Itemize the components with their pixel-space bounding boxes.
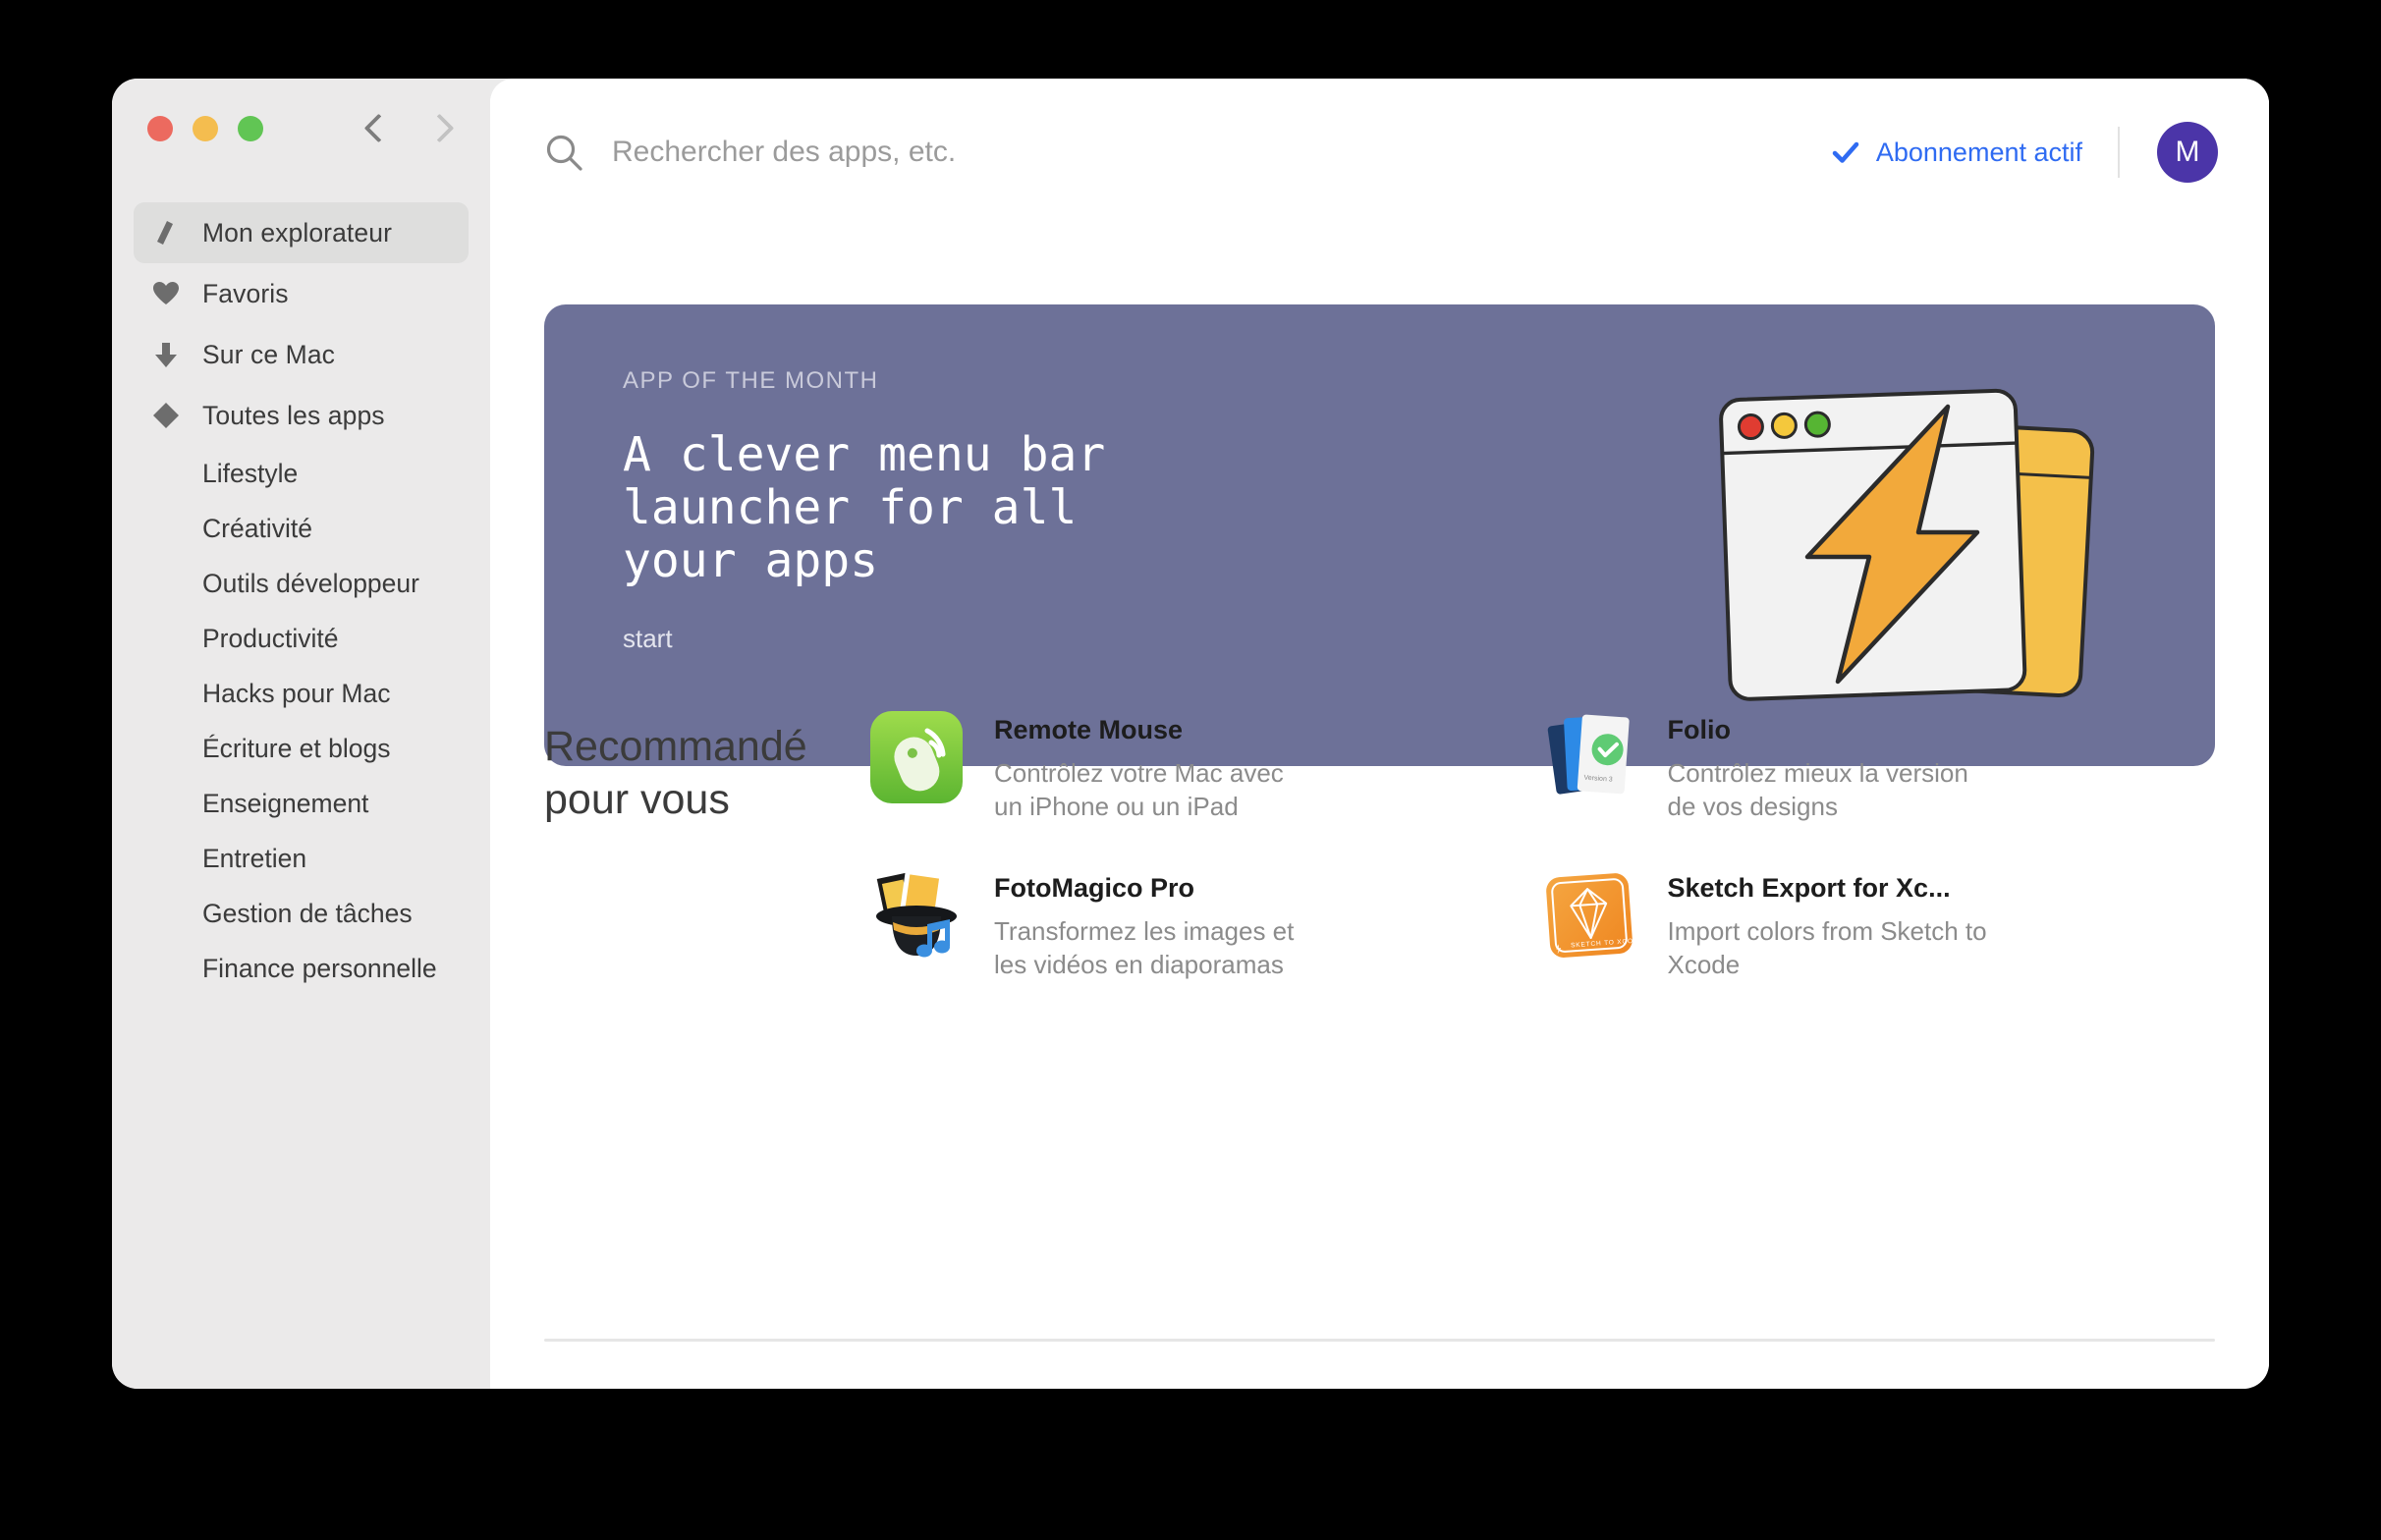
app-name: Sketch Export for Xc... [1667,872,1951,903]
sidebar-category-finance-personnelle[interactable]: Finance personnelle [134,941,469,996]
sidebar: Mon explorateur Favoris Sur ce Mac Toute… [112,79,490,1389]
sidebar-item-label: Sur ce Mac [202,339,336,369]
close-window-button[interactable] [147,116,173,141]
remote-mouse-icon [868,709,965,805]
app-meta: FotoMagico Pro Transformez les images et… [994,867,1318,982]
category-label: Finance personnelle [202,953,437,983]
avatar-initial: M [2175,136,2200,168]
content-panel: Abonnement actif M APP OF THE MONTH A cl… [490,79,2269,1389]
sidebar-nav-list: Mon explorateur Favoris Sur ce Mac Toute… [112,202,490,996]
folio-cards-icon: Version 3 [1542,709,1638,805]
app-meta: Folio Contrôlez mieux la version de vos … [1668,709,1992,824]
sidebar-category-productivite[interactable]: Productivité [134,611,469,666]
forward-arrow-icon[interactable] [428,112,450,145]
sidebar-category-creativite[interactable]: Créativité [134,501,469,556]
app-window: Mon explorateur Favoris Sur ce Mac Toute… [112,79,2269,1389]
search-input[interactable] [612,136,1831,169]
sidebar-category-hacks-pour-mac[interactable]: Hacks pour Mac [134,666,469,721]
app-description: Contrôlez votre Mac avec un iPhone ou un… [994,758,1284,822]
sidebar-category-outils-developpeur[interactable]: Outils développeur [134,556,469,611]
category-label: Entretien [202,843,307,873]
featured-carousel: APP OF THE MONTH A clever menu bar launc… [490,226,2269,766]
explorer-icon [151,218,181,248]
section-divider [544,1339,2215,1342]
app-name: Folio [1667,715,1731,744]
app-meta: Remote Mouse Contrôlez votre Mac avec un… [994,709,1318,824]
maximize-window-button[interactable] [238,116,263,141]
app-card-fotomagico-pro[interactable]: FotoMagico Pro Transformez les images et… [868,846,1542,1004]
app-card-folio[interactable]: Version 3 Folio Contrôlez mieux la versi… [1542,688,2216,846]
diamond-icon [151,401,181,430]
sidebar-item-mon-explorateur[interactable]: Mon explorateur [134,202,469,263]
subscription-status-badge[interactable]: Abonnement actif [1831,138,2082,168]
back-arrow-icon[interactable] [365,112,387,145]
sidebar-category-entretien[interactable]: Entretien [134,831,469,886]
app-description: Import colors from Sketch to Xcode [1667,915,1987,979]
app-card-sketch-export[interactable]: SKETCH TO XCODE Sketch Export for Xc... … [1542,846,2216,1004]
app-name: FotoMagico Pro [994,872,1194,903]
sidebar-category-gestion-de-taches[interactable]: Gestion de tâches [134,886,469,941]
hero-text-block: APP OF THE MONTH A clever menu bar launc… [623,367,1105,654]
search-icon [543,132,584,173]
app-meta: Sketch Export for Xc... Import colors fr… [1668,867,1992,982]
app-card-remote-mouse[interactable]: Remote Mouse Contrôlez votre Mac avec un… [868,688,1542,846]
app-description: Contrôlez mieux la version de vos design… [1667,758,1968,822]
sidebar-item-toutes-les-apps[interactable]: Toutes les apps [134,385,469,446]
search-bar[interactable] [543,132,1831,173]
category-label: Gestion de tâches [202,898,413,928]
category-label: Lifestyle [202,458,299,488]
hero-eyebrow: APP OF THE MONTH [623,367,879,394]
category-label: Productivité [202,623,339,653]
sidebar-item-label: Favoris [202,278,289,308]
sidebar-item-label: Mon explorateur [202,217,392,248]
category-label: Écriture et blogs [202,733,391,763]
navigation-arrows [365,112,450,145]
checkmark-icon [1831,138,1860,167]
content-header: Abonnement actif M [490,79,2269,226]
category-label: Outils développeur [202,568,419,598]
app-description: Transformez les images et les vidéos en … [994,915,1295,979]
recommended-section: Recommandé pour vous Remote Mouse Contrô… [490,688,2269,1389]
sidebar-category-ecriture-et-blogs[interactable]: Écriture et blogs [134,721,469,776]
header-divider [2118,127,2120,178]
sidebar-item-favoris[interactable]: Favoris [134,263,469,324]
sidebar-category-enseignement[interactable]: Enseignement [134,776,469,831]
download-arrow-icon [151,340,181,369]
sidebar-category-lifestyle[interactable]: Lifestyle [134,446,469,501]
sketch-gem-icon: SKETCH TO XCODE [1542,867,1643,963]
category-label: Enseignement [202,788,369,818]
recommended-grid: Recommandé pour vous Remote Mouse Contrô… [544,688,2215,1003]
app-name: Remote Mouse [994,715,1184,744]
recommended-heading: Recommandé pour vous [544,723,807,823]
window-lightning-bolt-icon [1694,367,2127,721]
sidebar-item-sur-ce-mac[interactable]: Sur ce Mac [134,324,469,385]
category-label: Hacks pour Mac [202,678,391,708]
traffic-lights [147,116,263,141]
minimize-window-button[interactable] [193,116,218,141]
fotomagico-hat-icon [868,867,965,963]
heart-icon [151,279,181,308]
sidebar-item-label: Toutes les apps [202,400,385,430]
subscription-status-label: Abonnement actif [1875,137,2082,167]
hero-cta-link[interactable]: start [623,624,1105,654]
category-label: Créativité [202,513,312,543]
hero-title: A clever menu bar launcher for all your … [623,427,1106,589]
avatar[interactable]: M [2157,122,2218,183]
